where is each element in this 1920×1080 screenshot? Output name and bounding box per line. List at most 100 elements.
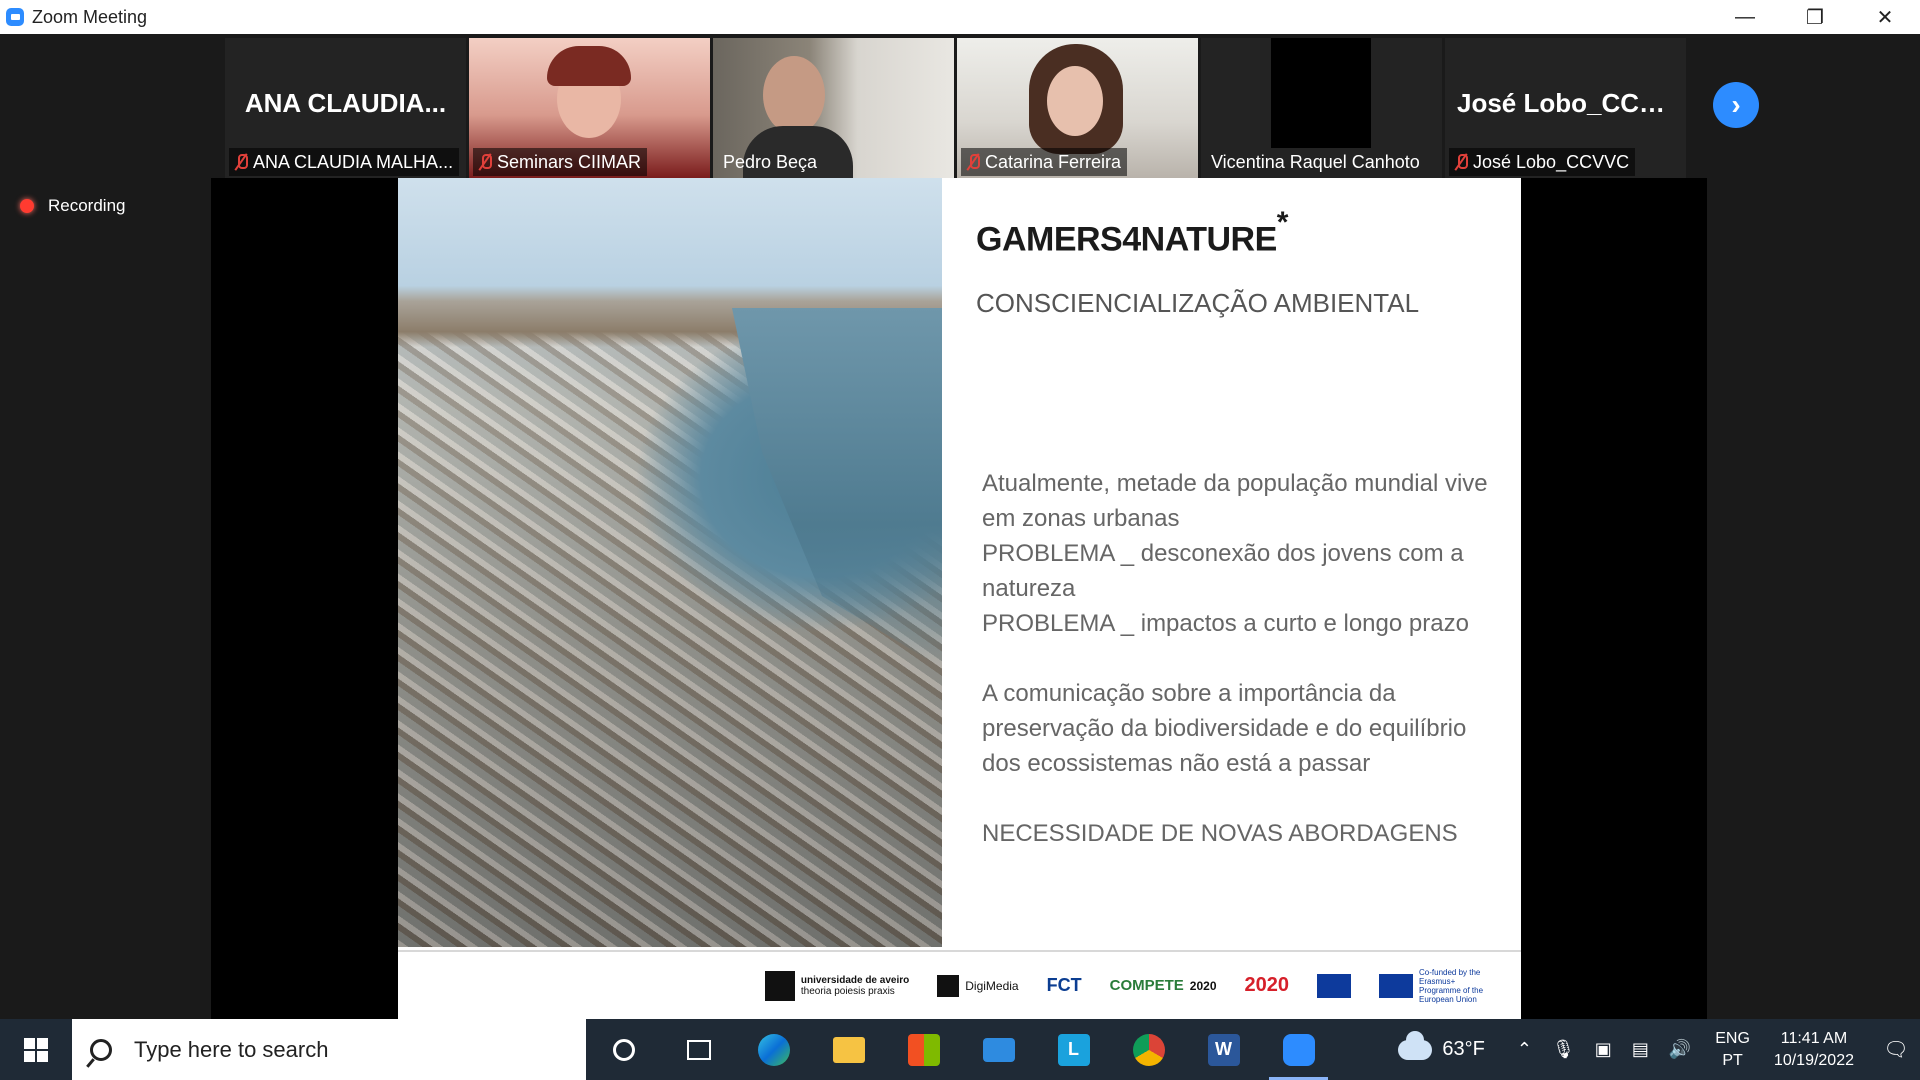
clock-date: 10/19/2022 [1773,1051,1854,1069]
participant-tile[interactable]: Seminars CIIMAR [469,38,710,178]
word-icon: W [1207,1033,1240,1066]
slide-body-line: NECESSIDADE DE NOVAS ABORDAGENS [982,820,1458,847]
next-participants-button[interactable]: › [1713,82,1759,128]
cloud-icon [1398,1030,1433,1060]
presentation-slide: GAMERS4NATURE* CONSCIENCIALIZAÇÃO AMBIEN… [398,178,1521,1019]
participant-strip: ANA CLAUDIA... ANA CLAUDIA MALHA... Semi… [225,38,1686,178]
participant-tile-active-speaker[interactable]: Pedro Beça [713,38,954,178]
task-view-icon [686,1039,711,1060]
windows-logo-icon [24,1037,48,1062]
word-app[interactable]: W [1186,1019,1261,1080]
chrome-icon [1132,1033,1165,1066]
folder-icon [832,1036,865,1063]
slide-body-line: A comunicação sobre a importância da pre… [982,680,1467,777]
network-icon[interactable]: ▤ [1632,1039,1649,1060]
taskbar-apps: L W [586,1019,1336,1080]
mail-icon [982,1037,1015,1062]
zoom-app[interactable] [1261,1019,1336,1080]
chevron-right-icon: › [1731,89,1741,120]
taskbar-search-box[interactable]: Type here to search [72,1019,586,1080]
participant-tile[interactable]: ANA CLAUDIA... ANA CLAUDIA MALHA... [225,38,466,178]
start-button[interactable] [0,1019,72,1080]
participant-name: Pedro Beça [723,151,818,172]
erasmus-logo: Co-funded by the Erasmus+ Programme of t… [1379,968,1499,1004]
muted-mic-icon [235,153,248,171]
participant-name-tag: ANA CLAUDIA MALHA... [229,148,460,176]
participant-name: Catarina Ferreira [985,151,1122,172]
clock-time: 11:41 AM [1780,1029,1848,1047]
slide-title: GAMERS4NATURE* [976,206,1288,259]
battery-icon[interactable]: ▣ [1595,1039,1612,1060]
window-titlebar: Zoom Meeting — ❐ ✕ [0,0,1920,34]
minimize-button[interactable]: — [1710,0,1780,34]
slide-body-line: PROBLEMA _ desconexão dos jovens com a n… [982,540,1464,602]
muted-mic-icon [1455,153,1468,171]
edge-app[interactable] [736,1019,811,1080]
slide-body: Atualmente, metade da população mundial … [982,466,1502,851]
notification-icon: 🗨 [1883,1039,1909,1061]
plastic-pollution-beach-image [398,178,942,947]
l-app[interactable]: L [1036,1019,1111,1080]
recording-label: Recording [48,196,126,215]
recording-indicator[interactable]: Recording [20,196,126,216]
language-top: ENG [1715,1029,1750,1047]
zoom-icon [1282,1033,1315,1066]
muted-mic-icon [967,153,980,171]
store-icon [907,1033,940,1066]
participant-video-off [1271,38,1371,148]
close-button[interactable]: ✕ [1850,0,1920,34]
fct-logo: FCT [1046,975,1082,995]
weather-widget[interactable]: 63°F [1398,1030,1485,1061]
shared-screen: GAMERS4NATURE* CONSCIENCIALIZAÇÃO AMBIEN… [211,178,1707,1019]
cortana-button[interactable] [586,1019,661,1080]
task-view-button[interactable] [661,1019,736,1080]
taskbar-clock[interactable]: 11:41 AM 10/19/2022 [1774,1028,1854,1072]
mail-app[interactable] [961,1019,1036,1080]
restore-button[interactable]: ❐ [1780,0,1850,34]
language-indicator[interactable]: ENG PT [1715,1028,1750,1072]
sponsor-logos: universidade de aveiro theoria poiesis pr… [398,950,1521,1019]
weather-temperature: 63°F [1442,1038,1485,1060]
search-placeholder: Type here to search [134,1036,329,1062]
notification-center-button[interactable]: 🗨 [1872,1019,1920,1080]
edge-icon [757,1033,790,1066]
sea-area [732,308,942,668]
participant-name-tag: Vicentina Raquel Canhoto [1205,148,1426,176]
window-title: Zoom Meeting [32,6,148,27]
participant-name: José Lobo_CCVVC [1473,151,1630,172]
slide-subtitle: CONSCIENCIALIZAÇÃO AMBIENTAL [976,288,1420,318]
meeting-area: ANA CLAUDIA... ANA CLAUDIA MALHA... Semi… [0,34,1920,1019]
windows-taskbar: Type here to search L W 63°F ⌃ 🎙 ▣ ▤ 🔊 E… [0,1019,1920,1080]
microsoft-store-app[interactable] [886,1019,961,1080]
volume-icon[interactable]: 🔊 [1669,1039,1691,1060]
portugal-2020-logo: 2020 [1244,974,1290,996]
l-app-icon: L [1057,1033,1090,1066]
slide-title-text: GAMERS4NATURE [976,220,1277,259]
participant-tile[interactable]: José Lobo_CCVVC José Lobo_CCVVC [1445,38,1686,178]
muted-mic-icon [479,153,492,171]
participant-name-tag: Seminars CIIMAR [473,148,648,176]
slide-body-line: Atualmente, metade da população mundial … [982,470,1488,532]
system-tray: 63°F ⌃ 🎙 ▣ ▤ 🔊 ENG PT 11:41 AM 10/19/202… [1398,1019,1920,1080]
slide-title-mark: * [1276,206,1289,239]
compete-logo: COMPETE 2020 [1109,977,1217,994]
recording-dot-icon [20,199,34,213]
participant-tile[interactable]: Catarina Ferreira [957,38,1198,178]
cortana-icon [612,1038,635,1061]
chevron-up-icon[interactable]: ⌃ [1517,1039,1532,1060]
participant-name: ANA CLAUDIA MALHA... [253,151,454,172]
chrome-app[interactable] [1111,1019,1186,1080]
slide-body-line: PROBLEMA _ impactos a curto e longo praz… [982,610,1469,637]
participant-display-name: José Lobo_CCVVC [1457,88,1686,118]
file-explorer-app[interactable] [811,1019,886,1080]
eu-flag-logo [1317,973,1351,998]
window-controls: — ❐ ✕ [1710,0,1920,34]
microphone-icon[interactable]: 🎙 [1552,1039,1575,1060]
participant-name-tag: José Lobo_CCVVC [1449,148,1636,176]
participant-tile[interactable]: Vicentina Raquel Canhoto [1201,38,1442,178]
zoom-app-icon [6,8,24,26]
participant-display-name: ANA CLAUDIA... [244,88,447,118]
universidade-aveiro-logo: universidade de aveiro theoria poiesis pr… [764,970,909,1001]
participant-name: Vicentina Raquel Canhoto [1211,151,1420,172]
participant-name-tag: Pedro Beça [717,148,823,176]
